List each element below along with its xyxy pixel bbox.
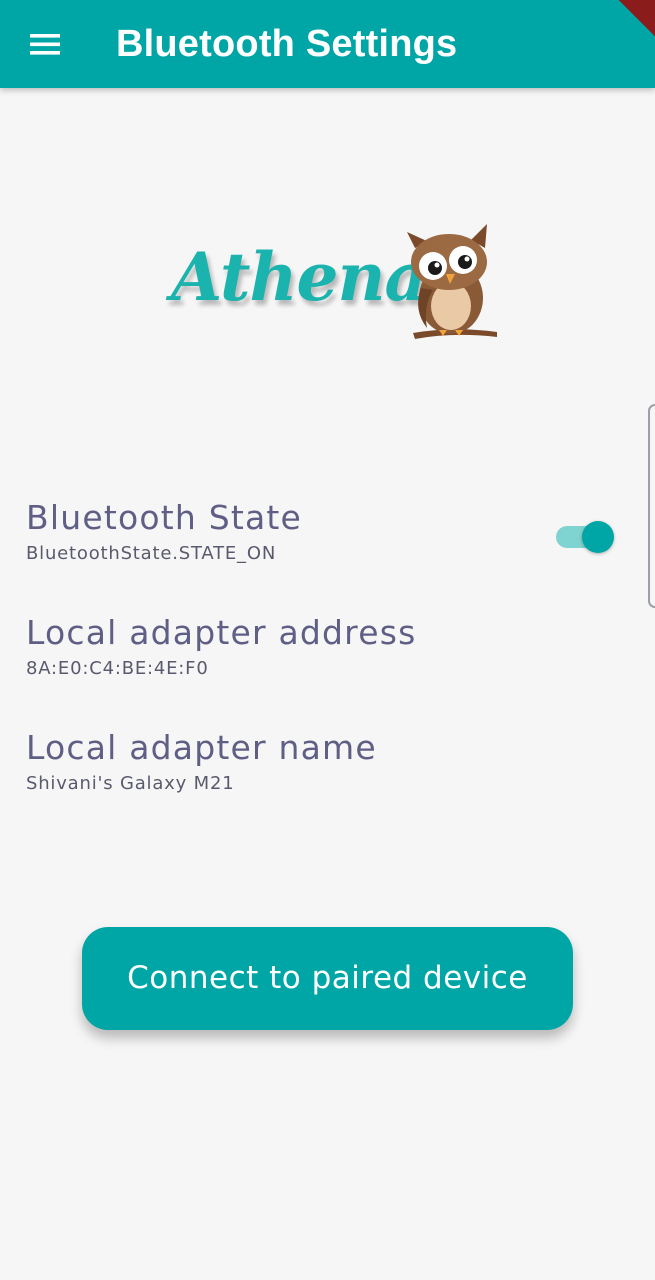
connect-paired-device-button[interactable]: Connect to paired device (82, 927, 573, 1030)
toggle-knob (582, 521, 614, 553)
owl-icon (407, 224, 497, 339)
page-title: Bluetooth Settings (116, 23, 458, 65)
local-address-value: 8A:E0:C4:BE:4E:F0 (26, 658, 209, 679)
edge-panel-handle[interactable] (648, 404, 655, 608)
bluetooth-toggle[interactable] (556, 520, 616, 554)
hamburger-menu-icon (30, 34, 60, 55)
local-name-setting: Local adapter name Shivani's Galaxy M21 (26, 728, 377, 796)
app-bar: Bluetooth Settings (0, 0, 655, 88)
local-name-title: Local adapter name (26, 728, 377, 767)
logo-text: Athena (171, 238, 427, 316)
menu-button[interactable] (22, 24, 66, 64)
bluetooth-state-value: BluetoothState.STATE_ON (26, 543, 277, 564)
bluetooth-state-title: Bluetooth State (26, 498, 303, 537)
local-address-setting: Local adapter address 8A:E0:C4:BE:4E:F0 (26, 613, 417, 681)
bluetooth-state-setting: Bluetooth State BluetoothState.STATE_ON (26, 498, 302, 566)
local-address-title: Local adapter address (26, 613, 417, 652)
athena-logo: Athena (165, 218, 505, 348)
local-name-value: Shivani's Galaxy M21 (26, 773, 235, 794)
